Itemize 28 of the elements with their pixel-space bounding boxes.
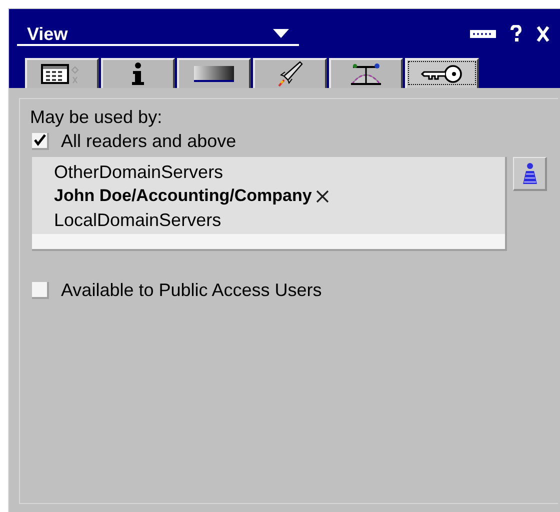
key-icon [421,64,463,84]
info-icon [131,62,145,86]
tab[interactable] [329,58,403,88]
tab[interactable] [101,58,175,88]
gradient-icon [193,65,235,83]
checkbox-label: All readers and above [61,131,236,151]
checkbox-label: Available to Public Access Users [61,280,322,300]
checkbox[interactable] [32,132,49,150]
name-entry[interactable]: OtherDomainServers [54,162,224,182]
minimize-bar-icon[interactable] [470,30,496,38]
tab[interactable] [253,58,327,88]
names-list[interactable]: OtherDomainServers John Doe/Accounting/Company LocalDomainServers [32,157,507,251]
rocket-icon [276,60,304,88]
people-picker-button[interactable] [513,157,547,191]
help-icon[interactable] [510,25,522,42]
scale-icon [349,62,383,86]
remove-icon[interactable] [316,190,329,202]
section-label: May be used by: [30,107,164,127]
tab[interactable] [25,58,99,88]
tab[interactable] [405,58,479,88]
dropdown-arrow-icon [273,29,289,38]
close-icon[interactable] [536,26,550,42]
checkbox[interactable] [32,282,49,298]
name-entry[interactable]: John Doe/Accounting/Company [54,186,312,206]
tab[interactable] [177,58,251,88]
name-entry[interactable]: LocalDomainServers [54,210,222,230]
view-dropdown[interactable]: View [17,23,299,46]
person-icon [522,162,538,186]
